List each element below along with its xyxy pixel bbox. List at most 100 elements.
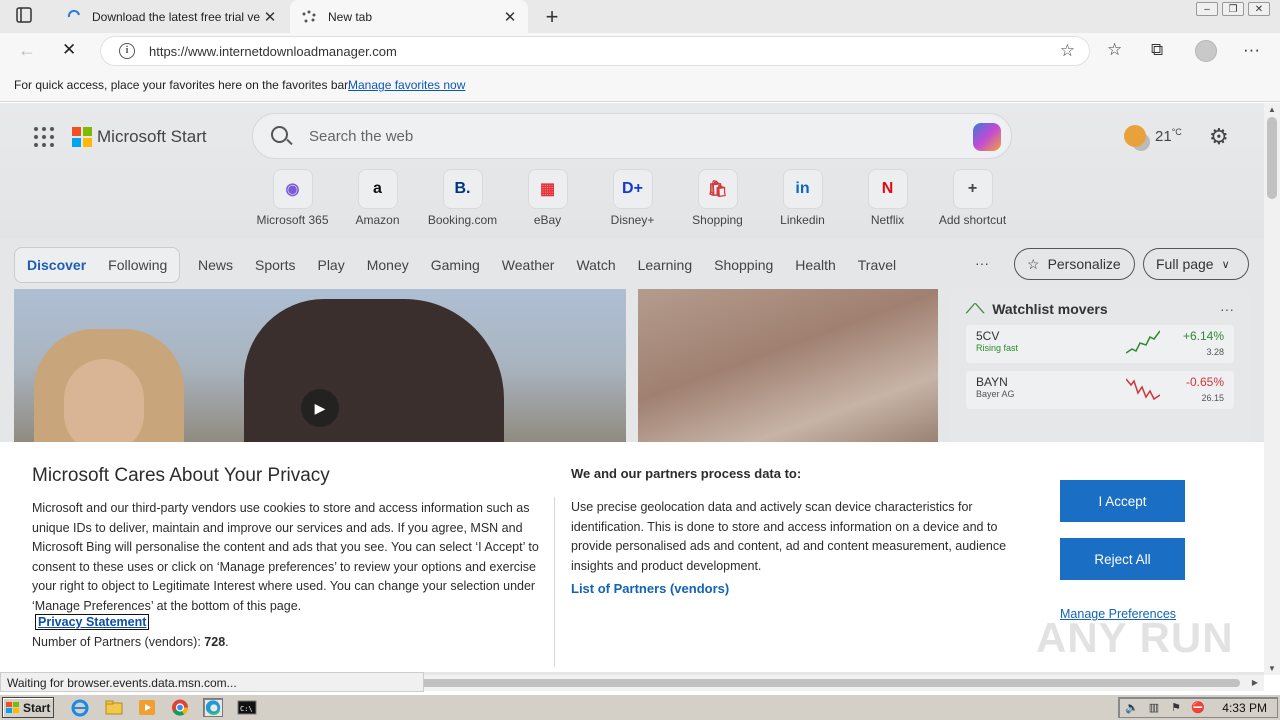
tab-new-tab[interactable]: New tab ✕ — [290, 0, 528, 33]
stop-loading-icon[interactable]: ✕ — [62, 40, 76, 60]
data-processing-description: Use precise geolocation data and activel… — [571, 500, 1007, 573]
url-text[interactable]: https://www.internetdownloadmanager.com — [149, 44, 397, 59]
amazon-icon: a — [357, 169, 398, 209]
list-of-partners-link[interactable]: List of Partners (vendors) — [571, 581, 729, 596]
scroll-up-icon[interactable]: ▲ — [1268, 105, 1276, 114]
category-news[interactable]: News — [198, 257, 233, 273]
more-categories-icon[interactable]: ··· — [975, 255, 989, 271]
weather-temperature[interactable]: 21°C — [1155, 127, 1182, 145]
personalize-button[interactable]: ☆ Personalize — [1014, 248, 1135, 280]
tab-title: New tab — [328, 9, 373, 24]
category-list: News Sports Play Money Gaming Weather Watch Lea… — [198, 257, 918, 273]
shortcut-item[interactable]: + Add shortcut — [930, 169, 1015, 227]
stock-price: 26.15 — [1201, 393, 1224, 403]
shortcut-item[interactable]: ◉ Microsoft 365 — [250, 169, 335, 227]
site-info-icon[interactable]: i — [119, 43, 135, 59]
full-page-dropdown[interactable]: Full page ∨ — [1143, 248, 1249, 280]
address-bar[interactable]: i https://www.internetdownloadmanager.co… — [100, 36, 1090, 66]
category-shopping[interactable]: Shopping — [714, 257, 773, 273]
new-tab-button[interactable]: + — [540, 4, 564, 30]
category-weather[interactable]: Weather — [502, 257, 555, 273]
shortcut-item[interactable]: 🛍 Shopping — [675, 169, 760, 227]
action-center-icon[interactable]: ⛔ — [1191, 701, 1205, 715]
tab-download[interactable]: Download the latest free trial ve ✕ — [56, 0, 288, 33]
scroll-right-icon[interactable]: ▶ — [1252, 678, 1258, 687]
browser-toolbar: ← ✕ i https://www.internetdownloadmanage… — [0, 33, 1280, 70]
minimize-button[interactable]: – — [1196, 2, 1218, 16]
privacy-statement-link[interactable]: Privacy Statement — [35, 614, 150, 630]
security-flag-icon[interactable]: ⚑ — [1169, 701, 1183, 715]
add-favorite-icon[interactable]: ☆ — [1060, 41, 1075, 61]
category-watch[interactable]: Watch — [576, 257, 615, 273]
category-sports[interactable]: Sports — [255, 257, 295, 273]
close-tab-icon[interactable]: ✕ — [262, 8, 278, 26]
close-tab-icon[interactable]: ✕ — [502, 8, 518, 26]
category-money[interactable]: Money — [367, 257, 409, 273]
profile-avatar[interactable] — [1195, 40, 1217, 62]
news-image-card[interactable] — [638, 289, 938, 459]
start-label: Start — [23, 700, 51, 715]
shortcut-item[interactable]: D+ Disney+ — [590, 169, 675, 227]
hero-video-card[interactable]: ▶ — [14, 289, 626, 459]
tab-following[interactable]: Following — [108, 257, 167, 273]
watchlist-row[interactable]: 5CV Rising fast +6.14% 3.28 — [966, 325, 1234, 363]
watchlist-more-icon[interactable]: ··· — [1220, 301, 1234, 317]
edge-icon[interactable] — [203, 698, 223, 717]
favorites-icon[interactable]: ☆ — [1107, 40, 1122, 60]
vertical-scroll-thumb[interactable] — [1267, 117, 1277, 199]
collections-icon[interactable]: ⧉ — [1151, 40, 1163, 60]
close-window-button[interactable]: ✕ — [1248, 2, 1270, 16]
ebay-icon: ▦ — [527, 169, 568, 209]
web-search-box[interactable]: Search the web — [252, 113, 1012, 159]
clock[interactable]: 4:33 PM — [1222, 701, 1267, 715]
full-page-label: Full page — [1156, 256, 1214, 272]
category-learning[interactable]: Learning — [638, 257, 693, 273]
msn-header: Microsoft Start Search the web 21°C ⚙ ◉ M… — [0, 103, 1264, 239]
play-icon[interactable]: ▶ — [301, 389, 339, 427]
manage-favorites-link[interactable]: Manage favorites now — [348, 78, 465, 92]
add-icon: + — [952, 169, 993, 209]
shortcut-item[interactable]: ▦ eBay — [505, 169, 590, 227]
copilot-icon[interactable] — [973, 123, 1001, 151]
scroll-down-icon[interactable]: ▼ — [1268, 664, 1276, 673]
stock-subtitle: Bayer AG — [976, 389, 1015, 399]
network-icon[interactable]: ▥ — [1147, 701, 1161, 715]
app-launcher-icon[interactable] — [34, 127, 54, 147]
search-icon — [271, 126, 288, 143]
category-health[interactable]: Health — [795, 257, 835, 273]
media-player-icon[interactable] — [137, 698, 157, 717]
watchlist-row[interactable]: BAYN Bayer AG -0.65% 26.15 — [966, 371, 1234, 409]
settings-gear-icon[interactable]: ⚙ — [1209, 124, 1229, 150]
category-gaming[interactable]: Gaming — [431, 257, 480, 273]
shortcut-label: Add shortcut — [938, 213, 1007, 227]
brand-name[interactable]: Microsoft Start — [97, 127, 207, 147]
tab-actions-icon[interactable] — [10, 7, 38, 25]
restore-button[interactable]: ❐ — [1222, 2, 1244, 16]
shortcut-list: ◉ Microsoft 365 a Amazon B. Booking.com ▦ eBay D… — [250, 169, 1015, 227]
volume-icon[interactable]: 🔈 — [1125, 701, 1139, 715]
shortcut-label: Shopping — [692, 213, 743, 227]
shortcut-item[interactable]: N Netflix — [845, 169, 930, 227]
accept-button[interactable]: I Accept — [1060, 480, 1185, 522]
more-menu-icon[interactable]: ··· — [1243, 40, 1260, 60]
booking-icon: B. — [442, 169, 483, 209]
back-arrow-icon[interactable]: ← — [18, 40, 36, 61]
shortcut-label: Linkedin — [780, 213, 825, 227]
category-play[interactable]: Play — [317, 257, 344, 273]
vertical-scrollbar[interactable]: ▲ ▼ — [1264, 103, 1280, 675]
command-prompt-icon[interactable]: C:\ — [237, 698, 257, 717]
stock-sparkline — [1126, 330, 1160, 354]
start-button[interactable]: Start — [2, 697, 54, 718]
tab-discover[interactable]: Discover — [27, 257, 86, 273]
shortcut-item[interactable]: in Linkedin — [760, 169, 845, 227]
weather-icon[interactable] — [1124, 125, 1146, 147]
internet-explorer-icon[interactable] — [70, 698, 90, 717]
file-explorer-icon[interactable] — [104, 698, 124, 717]
category-travel[interactable]: Travel — [858, 257, 896, 273]
favorites-bar-message: For quick access, place your favorites h… — [14, 78, 351, 92]
feed-navigation: Discover Following News Sports Play Money Ga… — [0, 245, 1264, 285]
shortcut-item[interactable]: B. Booking.com — [420, 169, 505, 227]
shortcut-item[interactable]: a Amazon — [335, 169, 420, 227]
chrome-icon[interactable] — [170, 698, 190, 717]
reject-all-button[interactable]: Reject All — [1060, 538, 1185, 580]
